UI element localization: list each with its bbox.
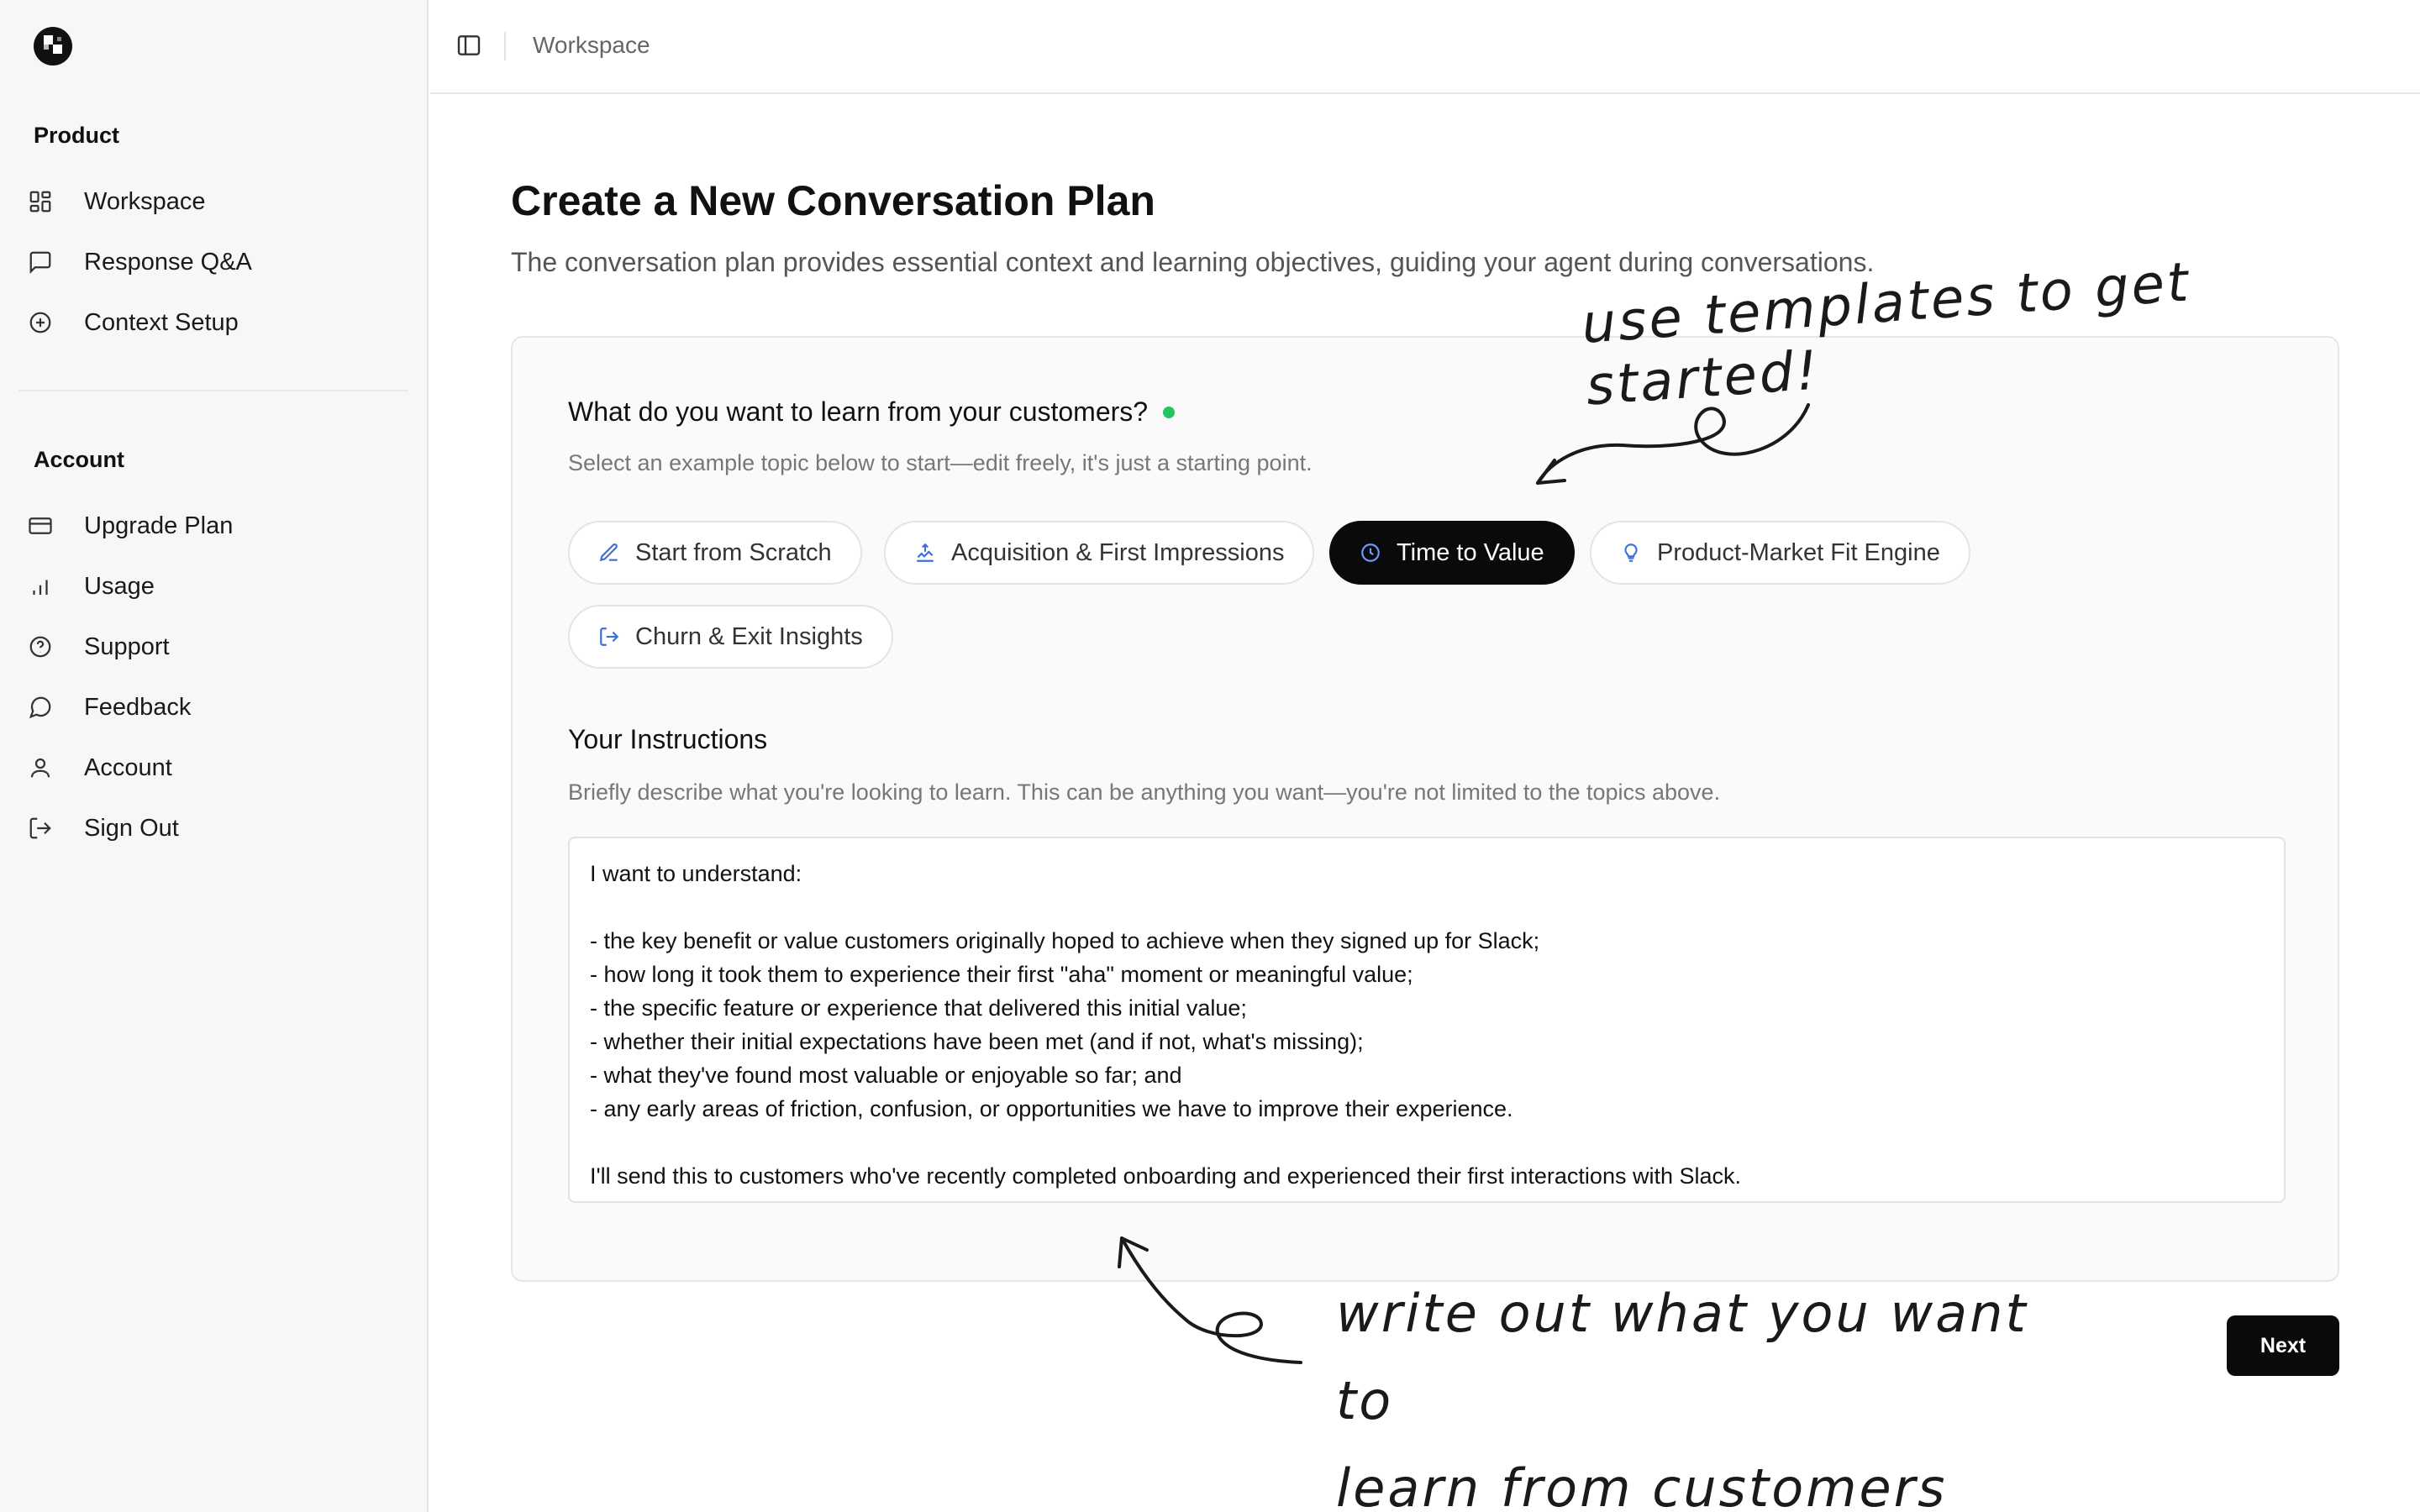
template-chip-time-to-value[interactable]: Time to Value <box>1329 521 1575 585</box>
plan-card: What do you want to learn from your cust… <box>511 336 2339 1282</box>
panel-left-icon <box>455 32 482 63</box>
template-chip-product-market-fit[interactable]: Product-Market Fit Engine <box>1590 521 1970 585</box>
plus-circle-icon <box>25 307 55 338</box>
template-chip-acquisition[interactable]: Acquisition & First Impressions <box>884 521 1315 585</box>
annotation-line: learn from customers <box>1336 1457 1948 1512</box>
message-circle-icon <box>25 692 55 722</box>
sidebar-item-label: Account <box>84 753 172 781</box>
bar-chart-icon <box>25 571 55 601</box>
sidebar-item-feedback[interactable]: Feedback <box>25 684 403 731</box>
chip-label: Product-Market Fit Engine <box>1657 538 1940 566</box>
chip-label: Churn & Exit Insights <box>635 622 863 650</box>
chip-label: Time to Value <box>1397 538 1544 566</box>
grid-icon <box>25 186 55 217</box>
sidebar-item-label: Feedback <box>84 693 192 721</box>
upload-icon <box>913 540 938 565</box>
help-circle-icon <box>25 632 55 662</box>
sidebar-item-label: Context Setup <box>84 308 239 336</box>
sidebar-item-support[interactable]: Support <box>25 623 403 670</box>
sidebar-item-label: Usage <box>84 572 155 600</box>
status-dot <box>1163 406 1176 418</box>
page-title: Create a New Conversation Plan <box>511 177 1155 224</box>
chip-label: Acquisition & First Impressions <box>951 538 1285 566</box>
pencil-icon <box>597 540 622 565</box>
sidebar-toggle-button[interactable] <box>452 30 486 64</box>
lightbulb-icon <box>1618 540 1644 565</box>
sidebar-divider <box>18 390 408 391</box>
instructions-title: Your Instructions <box>568 724 768 754</box>
sidebar-item-context-setup[interactable]: Context Setup <box>25 299 403 346</box>
sidebar-item-upgrade-plan[interactable]: Upgrade Plan <box>25 502 403 549</box>
log-out-icon <box>597 624 622 649</box>
message-square-icon <box>25 247 55 277</box>
sidebar: Product Workspace Response Q&A Context S… <box>0 0 429 1512</box>
question-text: What do you want to learn from your cust… <box>568 396 1149 427</box>
app-logo-icon[interactable] <box>32 25 74 67</box>
question-heading: What do you want to learn from your cust… <box>568 396 1176 428</box>
sidebar-item-label: Workspace <box>84 187 206 215</box>
sidebar-item-label: Upgrade Plan <box>84 512 234 539</box>
page-subtitle: The conversation plan provides essential… <box>511 247 1875 277</box>
sidebar-item-workspace[interactable]: Workspace <box>25 178 403 225</box>
credit-card-icon <box>25 511 55 541</box>
sidebar-item-account[interactable]: Account <box>25 744 403 791</box>
user-icon <box>25 753 55 783</box>
annotation-instructions: write out what you want to learn from cu… <box>1336 1270 2092 1512</box>
template-chip-start-from-scratch[interactable]: Start from Scratch <box>568 521 862 585</box>
chip-label: Start from Scratch <box>635 538 832 566</box>
log-out-icon <box>25 813 55 843</box>
sidebar-section-account: Account <box>34 447 124 472</box>
header-divider <box>504 32 506 60</box>
top-header: Workspace <box>430 0 2420 94</box>
question-hint: Select an example topic below to start—e… <box>568 450 1313 475</box>
breadcrumb[interactable]: Workspace <box>533 32 650 59</box>
annotation-line: write out what you want to <box>1336 1283 2028 1431</box>
sidebar-item-sign-out[interactable]: Sign Out <box>25 805 403 852</box>
instructions-textarea[interactable]: I want to understand: - the key benefit … <box>568 837 2286 1203</box>
sidebar-item-usage[interactable]: Usage <box>25 563 403 610</box>
next-button[interactable]: Next <box>2227 1315 2339 1376</box>
sidebar-item-label: Response Q&A <box>84 248 252 276</box>
clock-icon <box>1358 540 1383 565</box>
sidebar-item-label: Support <box>84 633 170 660</box>
sidebar-item-label: Sign Out <box>84 814 179 842</box>
sidebar-section-product: Product <box>34 123 120 148</box>
template-chip-churn-exit[interactable]: Churn & Exit Insights <box>568 605 893 669</box>
sidebar-item-response-qa[interactable]: Response Q&A <box>25 239 403 286</box>
instructions-hint: Briefly describe what you're looking to … <box>568 780 1721 805</box>
